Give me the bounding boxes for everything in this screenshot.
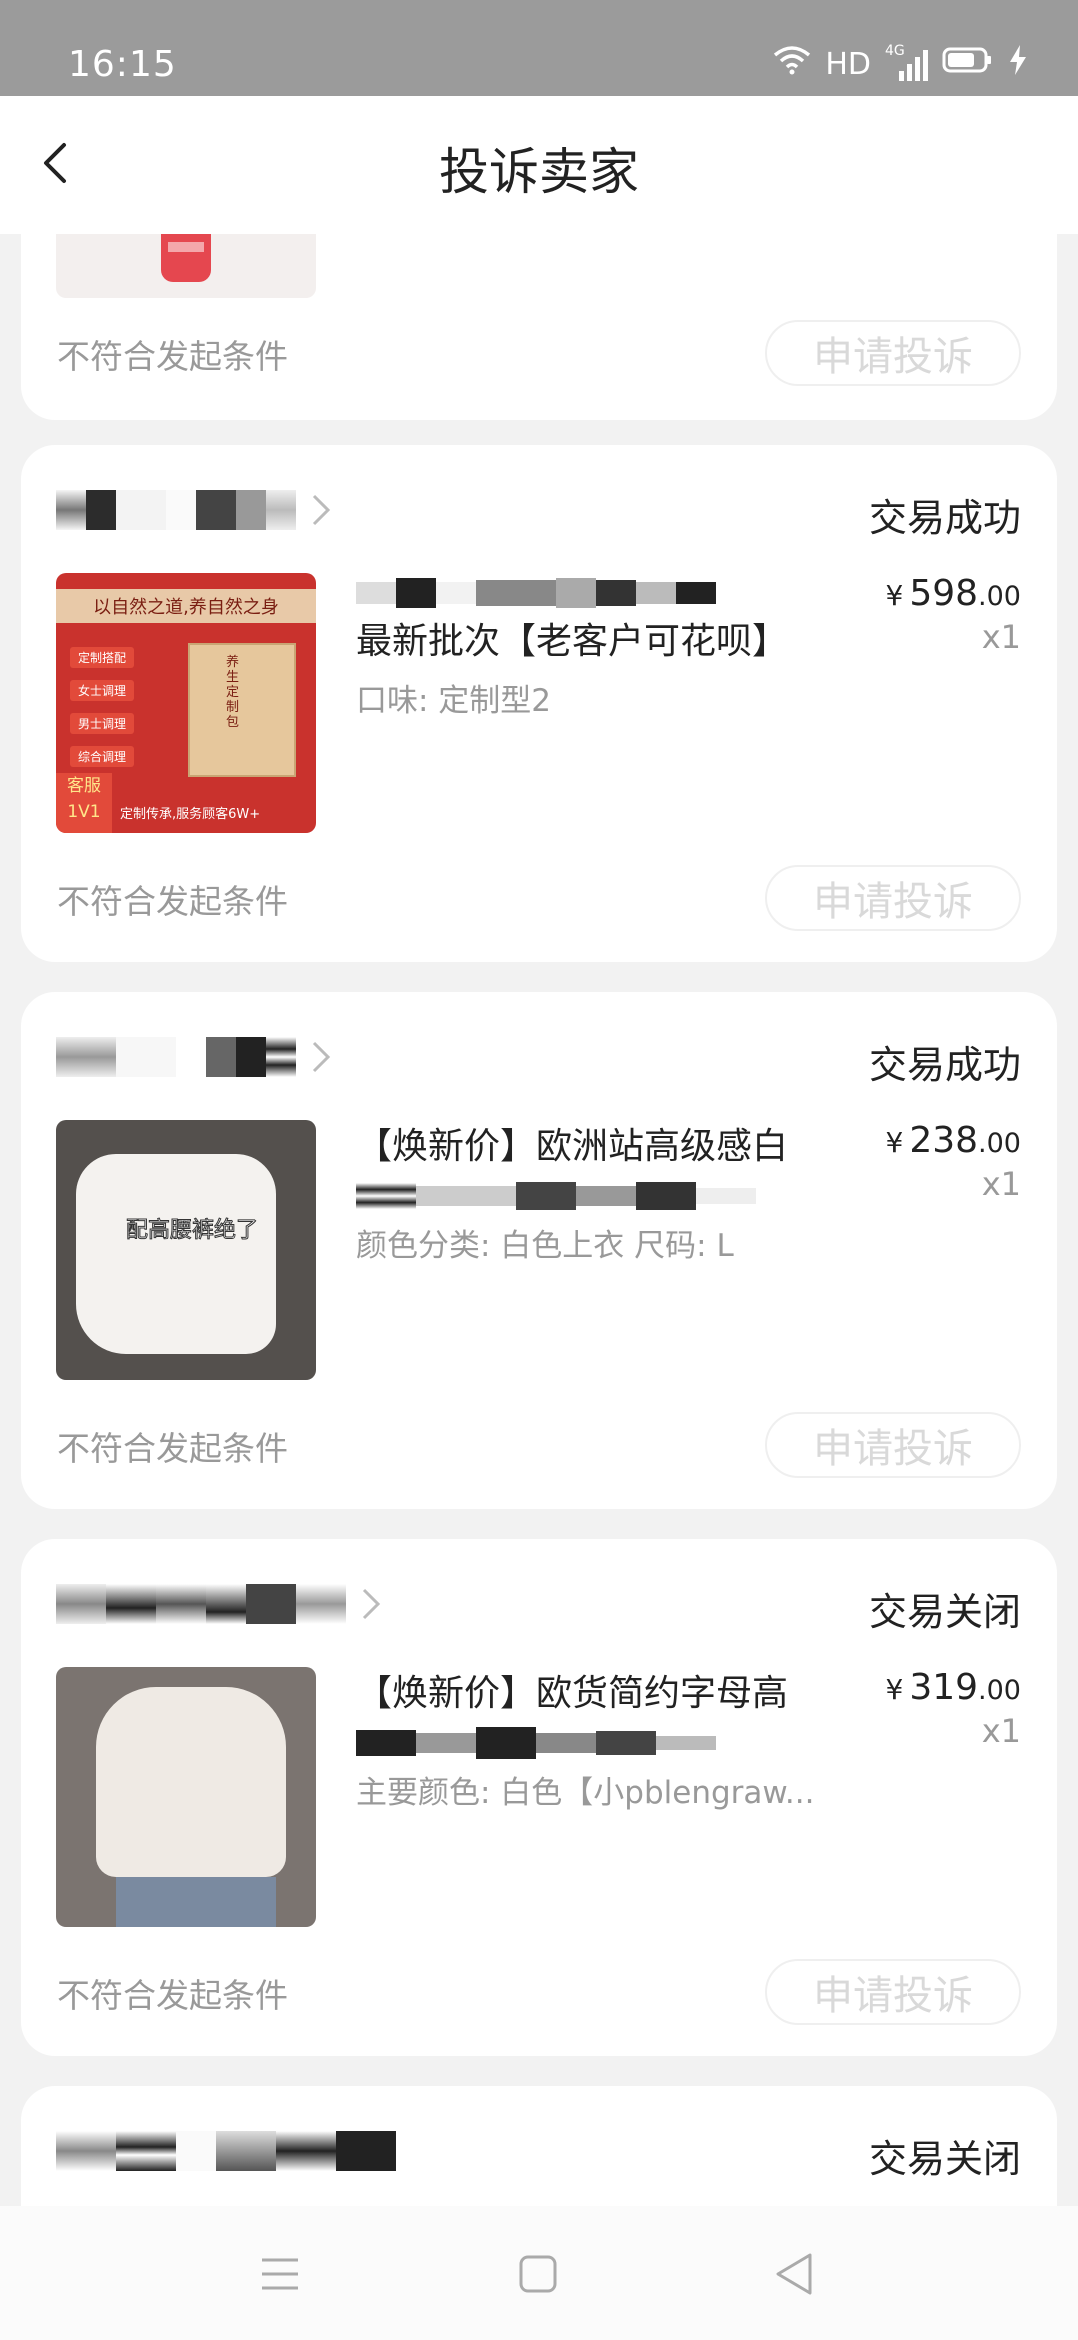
system-nav-bar	[0, 2206, 1078, 2340]
order-status: 交易成功	[868, 496, 1021, 540]
home-button[interactable]	[508, 2244, 568, 2304]
tshirt-image	[96, 1687, 286, 1877]
product-thumbnail[interactable]	[56, 1667, 316, 1927]
product-box: 养生定制包	[188, 643, 296, 777]
price-decimal: .00	[978, 1675, 1021, 1706]
product-title: 最新批次【老客户可花呗】	[356, 621, 789, 662]
condition-text: 不符合发起条件	[57, 1976, 288, 2015]
thumb-badge: 客服 1V1	[56, 773, 112, 833]
price-area: ¥598.00 x1	[886, 573, 1022, 656]
price-integer: 598	[909, 573, 979, 614]
thumb-caption: 配高腰裤绝了	[125, 1218, 259, 1244]
price-decimal: .00	[978, 581, 1021, 612]
order-card: 不符合发起条件 申请投诉	[21, 234, 1057, 420]
product-thumbnail[interactable]: 以自然之道,养自然之身 定制搭配 女士调理 男士调理 综合调理 养生定制包 客服…	[56, 573, 316, 833]
chevron-right-icon	[312, 494, 331, 526]
network-label: HD	[825, 46, 871, 82]
order-status: 交易关闭	[868, 2137, 1021, 2181]
product-price: ¥238.00	[886, 1120, 1022, 1161]
status-bar: 16:15 HD 4G	[0, 0, 1078, 96]
thumb-tag: 女士调理	[70, 680, 135, 701]
price-decimal: .00	[978, 1128, 1021, 1159]
shop-name[interactable]	[56, 2126, 396, 2176]
battery-icon	[942, 46, 994, 82]
status-icons: HD 4G	[773, 43, 1028, 84]
thumb-badge-line2: 1V1	[67, 802, 101, 822]
header: 投诉卖家	[0, 96, 1078, 234]
thumb-tag: 定制搭配	[70, 647, 135, 668]
thumb-badge-line1: 客服	[67, 776, 101, 796]
price-area: ¥319.00 x1	[886, 1667, 1022, 1750]
order-status: 交易成功	[868, 1043, 1021, 1087]
product-price: ¥319.00	[886, 1667, 1022, 1708]
thumb-footer: 定制传承,服务顾客6W+	[120, 807, 261, 822]
shop-name-redacted	[56, 1582, 346, 1626]
price-integer: 238	[909, 1120, 979, 1161]
product-thumbnail[interactable]	[56, 234, 316, 298]
complain-button[interactable]: 申请投诉	[765, 865, 1021, 931]
status-time: 16:15	[68, 44, 177, 85]
condition-text: 不符合发起条件	[57, 1429, 288, 1468]
jeans-image	[116, 1877, 276, 1927]
product-quantity: x1	[981, 1165, 1021, 1203]
shop-name[interactable]	[56, 1032, 332, 1082]
lightning-icon	[1008, 45, 1028, 83]
triangle-back-icon	[776, 2253, 812, 2295]
title-redacted	[356, 575, 876, 611]
product-title: 【焕新价】欧货简约字母高	[356, 1673, 789, 1714]
product-title-area[interactable]: 【焕新价】欧洲站高级感白 颜色分类: 白色上衣 尺码: L	[356, 1122, 876, 1265]
product-title-area[interactable]: 最新批次【老客户可花呗】 口味: 定制型2	[356, 575, 876, 720]
thumb-tag: 综合调理	[70, 746, 135, 767]
square-icon	[519, 2255, 557, 2293]
thumb-box-label: 养生定制包	[226, 655, 240, 730]
title-redacted	[356, 1178, 876, 1214]
currency-symbol: ¥	[885, 579, 904, 612]
product-price: ¥598.00	[886, 573, 1022, 614]
complain-button[interactable]: 申请投诉	[765, 1959, 1021, 2025]
product-sku: 主要颜色: 白色【小pblengraw...	[356, 1775, 815, 1811]
menu-button[interactable]	[250, 2244, 310, 2304]
back-nav-button[interactable]	[764, 2244, 824, 2304]
currency-symbol: ¥	[885, 1126, 904, 1159]
signal-icon: 4G	[885, 43, 928, 81]
shop-name-redacted	[56, 1035, 296, 1079]
order-card: 交易关闭 【焕新价】欧货简约字母高 主要颜色: 白色【小pblengraw...…	[21, 1539, 1057, 2056]
menu-icon	[262, 2258, 298, 2290]
chevron-right-icon	[362, 1588, 381, 1620]
order-card: 交易关闭	[21, 2086, 1057, 2206]
product-quantity: x1	[981, 1712, 1021, 1750]
price-integer: 319	[909, 1667, 979, 1708]
shop-name-redacted	[56, 488, 296, 532]
thumb-tag: 男士调理	[70, 713, 135, 734]
signal-label: 4G	[885, 43, 905, 59]
shop-name-redacted	[56, 2129, 396, 2173]
product-thumbnail[interactable]: 配高腰裤绝了	[56, 1120, 316, 1380]
price-area: ¥238.00 x1	[886, 1120, 1022, 1203]
currency-symbol: ¥	[885, 1673, 904, 1706]
thumb-headline: 以自然之道,养自然之身	[56, 589, 316, 623]
tshirt-image	[76, 1154, 276, 1354]
wifi-icon	[773, 45, 811, 83]
complain-button[interactable]: 申请投诉	[765, 320, 1021, 386]
product-quantity: x1	[981, 618, 1021, 656]
condition-text: 不符合发起条件	[57, 882, 288, 921]
product-sku: 颜色分类: 白色上衣 尺码: L	[356, 1228, 734, 1264]
shop-name[interactable]	[56, 485, 332, 535]
order-status: 交易关闭	[868, 1590, 1021, 1634]
title-redacted	[356, 1725, 876, 1761]
page-title: 投诉卖家	[439, 143, 639, 201]
order-card: 交易成功 配高腰裤绝了 【焕新价】欧洲站高级感白 颜色分类: 白色上衣 尺码: …	[21, 992, 1057, 1509]
complain-button[interactable]: 申请投诉	[765, 1412, 1021, 1478]
order-list[interactable]: 不符合发起条件 申请投诉 交易成功 以自然之道,养自然之身 定制搭配 女士调理 …	[0, 234, 1078, 2206]
order-card: 交易成功 以自然之道,养自然之身 定制搭配 女士调理 男士调理 综合调理 养生定…	[21, 445, 1057, 962]
product-title-area[interactable]: 【焕新价】欧货简约字母高 主要颜色: 白色【小pblengraw...	[356, 1669, 876, 1812]
product-title: 【焕新价】欧洲站高级感白	[356, 1126, 789, 1167]
chevron-right-icon	[312, 1041, 331, 1073]
shop-name[interactable]	[56, 1579, 382, 1629]
product-sku: 口味: 定制型2	[356, 683, 552, 719]
condition-text: 不符合发起条件	[57, 337, 288, 376]
